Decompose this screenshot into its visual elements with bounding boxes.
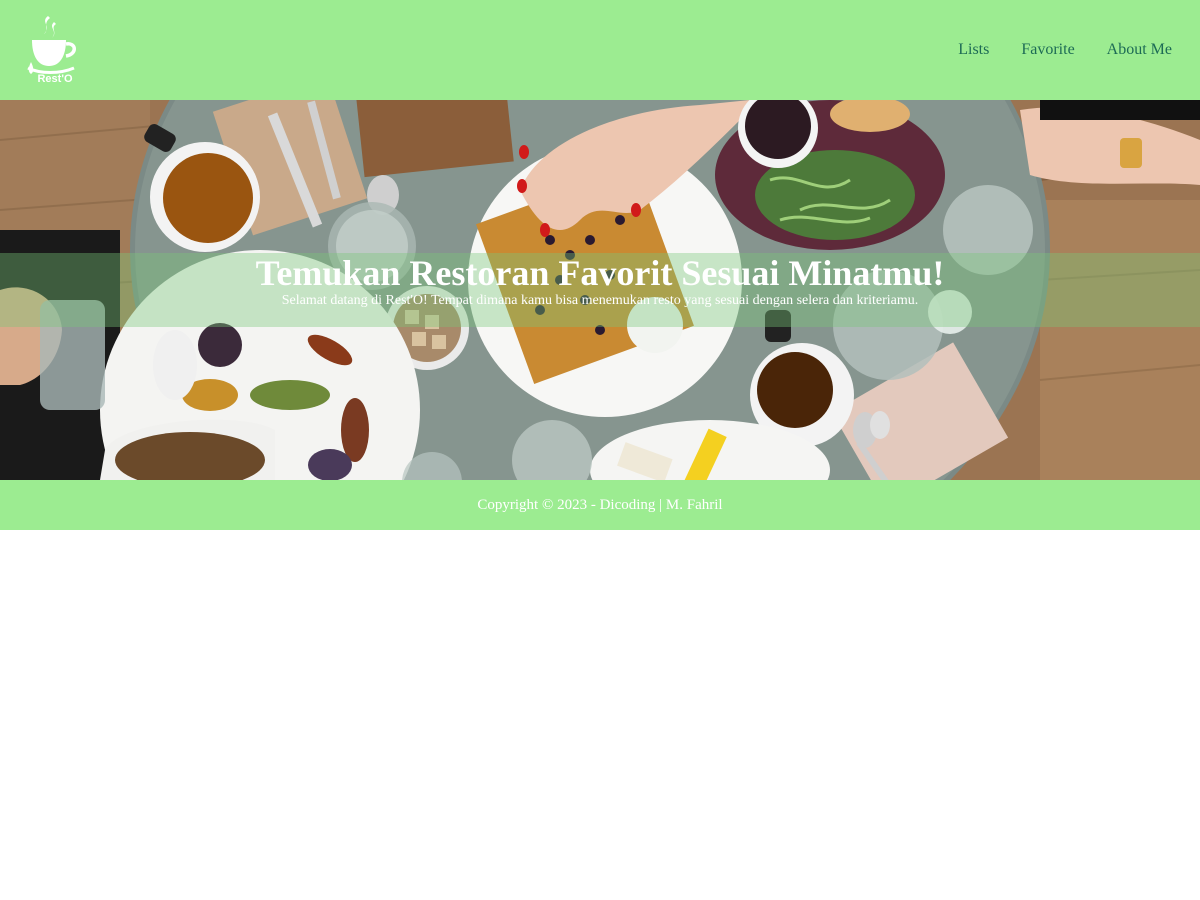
coffee-cup-logo-icon: Rest'O [27, 16, 76, 85]
nav-item-lists: Lists [958, 41, 989, 59]
nav-link-favorite[interactable]: Favorite [1021, 41, 1074, 58]
hero-banner: Temukan Restoran Favorit Sesuai Minatmu!… [0, 100, 1200, 480]
nav-item-favorite: Favorite [1021, 41, 1074, 59]
main-nav: Lists Favorite About Me [958, 0, 1172, 100]
footer-copyright: Copyright © 2023 - Dicoding | M. Fahril [477, 496, 723, 513]
hero-title: Temukan Restoran Favorit Sesuai Minatmu! [255, 253, 945, 293]
logo-text: Rest'O [37, 73, 72, 85]
hero-subtitle: Selamat datang di Rest'O! Tempat dimana … [281, 293, 919, 308]
navbar: Rest'O Lists Favorite About Me [0, 0, 1200, 100]
nav-item-about: About Me [1107, 41, 1172, 59]
nav-link-about-me[interactable]: About Me [1107, 41, 1172, 58]
nav-link-lists[interactable]: Lists [958, 41, 989, 58]
footer: Copyright © 2023 - Dicoding | M. Fahril [0, 480, 1200, 530]
